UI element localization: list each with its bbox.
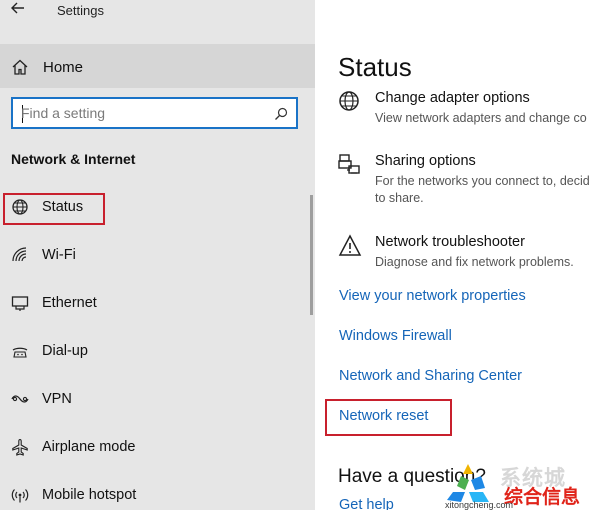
sidebar-item-airplane-mode[interactable]: Airplane mode [0, 425, 315, 469]
setting-description: For the networks you connect to, decid t… [375, 174, 590, 205]
sidebar-item-label: Airplane mode [42, 439, 136, 455]
watermark-url: xitongcheng.com [445, 500, 514, 510]
watermark-brand-bottom: 综合信息 [504, 487, 581, 508]
globe-icon [338, 90, 362, 114]
search-box[interactable] [11, 97, 298, 129]
title-bar: Settings [0, 0, 315, 40]
sidebar-item-label: Ethernet [42, 295, 97, 311]
dialup-icon [11, 342, 29, 360]
setting-change-adapter-options[interactable]: Change adapter options View network adap… [338, 90, 594, 140]
sidebar-item-ethernet[interactable]: Ethernet [0, 281, 315, 325]
hotspot-icon [11, 486, 29, 504]
setting-sharing-options[interactable]: Sharing options For the networks you con… [338, 153, 594, 213]
sidebar-scrollbar[interactable] [310, 195, 313, 315]
page-title: Status [338, 52, 412, 82]
setting-network-troubleshooter[interactable]: Network troubleshooter Diagnose and fix … [338, 234, 594, 274]
search-icon[interactable] [274, 107, 288, 121]
network-reset-highlight-box [325, 399, 452, 436]
wifi-icon [11, 246, 29, 264]
sidebar-item-dialup[interactable]: Dial-up [0, 329, 315, 373]
printer-share-icon [338, 153, 362, 177]
warning-icon [338, 234, 362, 258]
home-icon [11, 58, 29, 76]
back-arrow-icon[interactable] [10, 0, 28, 22]
setting-description: View network adapters and change co [375, 111, 587, 125]
sidebar-item-mobile-hotspot[interactable]: Mobile hotspot [0, 473, 315, 510]
setting-description: Diagnose and fix network problems. [375, 255, 574, 269]
vpn-icon [11, 390, 29, 408]
sidebar-item-wifi[interactable]: Wi-Fi [0, 233, 315, 277]
airplane-icon [11, 438, 29, 456]
link-get-help[interactable]: Get help [339, 497, 394, 510]
main-content: Status Change adapter options View netwo… [315, 0, 594, 510]
sidebar-item-label: VPN [42, 391, 72, 407]
app-title: Settings [57, 3, 104, 18]
sidebar-item-label: Wi-Fi [42, 247, 76, 263]
sidebar-item-home[interactable]: Home [0, 44, 315, 88]
setting-title: Network troubleshooter [375, 234, 525, 250]
section-title: Network & Internet [11, 151, 136, 167]
link-windows-firewall[interactable]: Windows Firewall [339, 328, 452, 344]
watermark: 系统城 综合信息 xitongcheng.com [443, 460, 594, 510]
sidebar-item-vpn[interactable]: VPN [0, 377, 315, 421]
setting-title: Sharing options [375, 153, 476, 169]
watermark-logo-icon [443, 462, 493, 504]
sidebar-item-label: Mobile hotspot [42, 487, 137, 503]
ethernet-icon [11, 294, 29, 312]
setting-title: Change adapter options [375, 90, 530, 106]
search-input[interactable] [21, 104, 261, 122]
sidebar: Settings Home Network & Internet Status … [0, 0, 315, 510]
status-highlight-box [3, 193, 105, 225]
link-view-network-properties[interactable]: View your network properties [339, 288, 526, 304]
link-network-sharing-center[interactable]: Network and Sharing Center [339, 368, 522, 384]
home-label: Home [43, 59, 84, 76]
sidebar-item-label: Dial-up [42, 343, 88, 359]
